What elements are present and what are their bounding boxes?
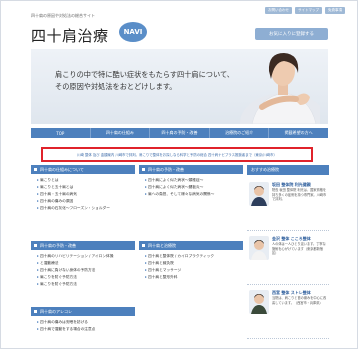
- clinic-card[interactable]: 坂田 整体院 利光健親 院長 坂田 整体院 利光は、国家資格を持ち多くの症例を持…: [247, 178, 329, 231]
- doctor-photo: [249, 290, 269, 314]
- hero-line-2: その原因や対処法をおとどけします。: [55, 82, 177, 91]
- list-item[interactable]: 四十肩と整形外科: [145, 275, 178, 280]
- list-item[interactable]: 四十肩の痛みは安眠を妨げる: [37, 320, 88, 325]
- hero-banner: 肩こりの中で特に酷い症状をもたらす四十肩について、 その原因や対処法をおとどけし…: [31, 49, 328, 124]
- main-nav: TOP 四十肩の仕組み 四十肩の予防・改善 治療院のご紹介 掲載希望の方へ: [31, 128, 328, 138]
- list-item[interactable]: 肩への負担、そして様々な病気の関係〜: [145, 192, 214, 197]
- nav-top[interactable]: TOP: [31, 128, 91, 138]
- list-item[interactable]: と運動療法: [37, 261, 58, 266]
- site-logo[interactable]: 四十肩治療: [31, 25, 109, 46]
- list-item[interactable]: 四十肩のリハビリテーション / アイロン体操: [37, 254, 113, 259]
- clinic-description: 人の体は一人ひとり違います。丁寧な施術を心がけています（東京都新宿区）: [272, 242, 326, 256]
- list-item[interactable]: 四十肩の痛みの原因: [37, 199, 73, 204]
- list-item[interactable]: 肩こりを防ぐ予防方法: [37, 275, 77, 280]
- list-item[interactable]: 四十肩によく似た病状〜頸椎症〜: [145, 178, 203, 183]
- top-links: お問い合わせ サイトマップ 免責事項: [265, 7, 345, 14]
- section-header-misc: 四十肩のアレコレ: [31, 307, 135, 316]
- section-header-treatment: 四十肩と治療院: [139, 241, 243, 250]
- list-item[interactable]: 四十肩で運動をする場合の注意点: [37, 327, 95, 332]
- list-item[interactable]: 四十肩と鍼灸院: [145, 261, 174, 266]
- doctor-photo: [249, 236, 269, 260]
- section-header-about: 四十肩の仕組みについて: [31, 165, 135, 174]
- list-item[interactable]: 四十肩に負けない身体の予防方法: [37, 268, 95, 273]
- clinic-description: 当院は、肩こりと首の痛みを中心に改善しています。（西宮市・兵庫県）: [272, 296, 327, 305]
- list-item[interactable]: 四十肩と整体院 / カイロプラクティック: [145, 254, 214, 259]
- list-item[interactable]: 肩こりとは: [37, 178, 58, 183]
- list-item[interactable]: 四十肩の石灰化〜フローズン・ショルダー: [37, 206, 110, 211]
- list-item[interactable]: 肩こりを防ぐ予防方法: [37, 282, 77, 287]
- hero-line-1: 肩こりの中で特に酷い症状をもたらす四十肩について、: [55, 70, 234, 79]
- clinic-description: 院長 坂田 整体院 利光は、国家資格を持ち多くの症例を持つ専門家。川崎市で評判。: [272, 188, 327, 202]
- nav-prevention[interactable]: 四十肩の予防・改善: [150, 128, 210, 138]
- logo-badge: NAVI: [119, 22, 147, 42]
- hero-text: 肩こりの中で特に酷い症状をもたらす四十肩について、 その原因や対処法をおとどけし…: [55, 69, 234, 93]
- clinic-card[interactable]: 金沢 整体 こころ整体 人の体は一人ひとり違います。丁寧な施術を心がけています（…: [247, 232, 329, 285]
- sidebar-header: おすすめ治療院: [247, 165, 329, 175]
- add-favorite-button[interactable]: お気に入りに登録する: [255, 28, 328, 40]
- disclaimer-link[interactable]: 免責事項: [325, 7, 345, 14]
- list-item[interactable]: 四十肩によく似た病状〜腱板炎〜: [145, 185, 203, 190]
- page-frame: 四十肩の原因や対処法の総合サイト お問い合わせ サイトマップ 免責事項 四十肩治…: [0, 0, 358, 349]
- nav-clinics[interactable]: 治療院のご紹介: [210, 128, 270, 138]
- list-item[interactable]: 四十肩・五十肩の病気: [37, 192, 77, 197]
- section-header-symptoms: 四十肩の予防・改善: [31, 241, 135, 250]
- nav-mechanism[interactable]: 四十肩の仕組み: [91, 128, 151, 138]
- woman-holding-shoulder-image: [240, 53, 320, 124]
- doctor-photo: [249, 182, 269, 206]
- nav-listing[interactable]: 掲載希望の方へ: [269, 128, 328, 138]
- contact-link[interactable]: お問い合わせ: [265, 7, 292, 14]
- list-item[interactable]: 四十肩とマッサージ: [145, 268, 181, 273]
- clinic-card[interactable]: 西宮 整体 ストレ整体 当院は、肩こりと首の痛みを中心に改善しています。（西宮市…: [247, 286, 329, 339]
- list-item[interactable]: 肩こりと五十肩とは: [37, 185, 73, 190]
- highlighted-notice[interactable]: 川崎 整体 及び 金額案内 川崎市で評判。肩こりで整体をお探しなら科学と予防の総…: [41, 147, 313, 162]
- section-header-prevention: 四十肩の予防・改善: [139, 165, 243, 174]
- sitemap-link[interactable]: サイトマップ: [295, 7, 322, 14]
- site-tagline: 四十肩の原因や対処法の総合サイト: [31, 13, 95, 18]
